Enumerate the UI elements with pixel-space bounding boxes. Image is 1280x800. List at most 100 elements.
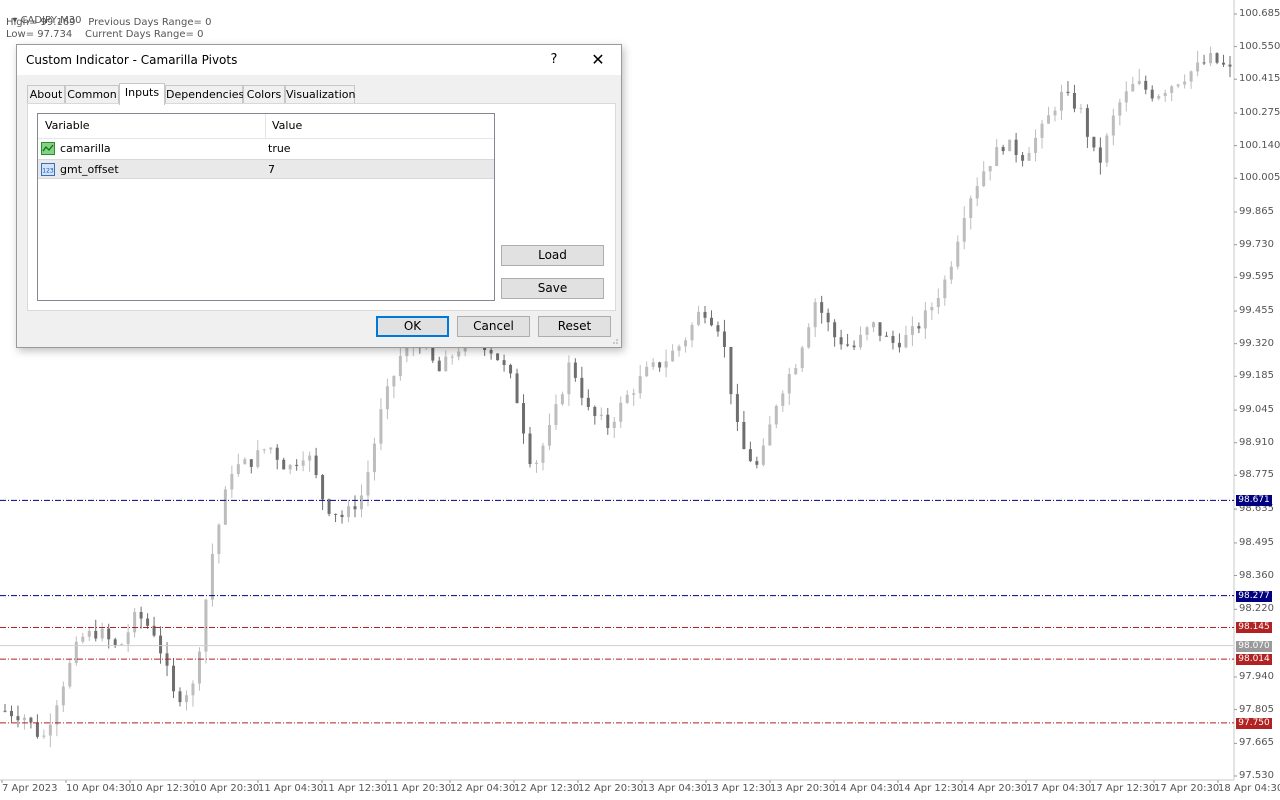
- candle-body: [502, 360, 506, 365]
- candle-body: [586, 397, 590, 407]
- candle-body: [522, 403, 526, 434]
- candle-body: [3, 710, 7, 712]
- variable-name: camarilla: [60, 142, 111, 155]
- time-tick-label: 10 Apr 12:30: [130, 783, 196, 794]
- candle-body: [1079, 108, 1083, 110]
- candle-body: [515, 373, 519, 404]
- candle-body: [748, 449, 752, 462]
- cancel-button[interactable]: Cancel: [457, 316, 530, 337]
- load-button[interactable]: Load: [501, 245, 604, 266]
- save-button[interactable]: Save: [501, 278, 604, 299]
- candle-body: [94, 630, 98, 639]
- grid-header: Variable Value: [38, 114, 494, 139]
- candle-body: [347, 506, 351, 518]
- candle-body: [146, 618, 150, 626]
- candle-body: [68, 662, 72, 687]
- time-tick-label: 10 Apr 04:30: [66, 783, 132, 794]
- dialog-titlebar[interactable]: Custom Indicator - Camarilla Pivots ? ✕: [17, 45, 621, 75]
- candle-body: [321, 475, 325, 500]
- candle-body: [606, 414, 610, 428]
- candle-body: [249, 459, 253, 467]
- candle-body: [1202, 62, 1206, 64]
- pivot-level-tag: 98.277: [1236, 590, 1272, 602]
- candle-body: [787, 374, 791, 394]
- candle-body: [1215, 53, 1219, 63]
- close-button[interactable]: ✕: [585, 49, 611, 71]
- candle-body: [528, 433, 532, 465]
- candle-body: [820, 302, 824, 313]
- candle-body: [9, 710, 13, 717]
- candle-body: [308, 455, 312, 461]
- time-tick-label: 17 Apr 20:30: [1154, 783, 1220, 794]
- tab-dependencies[interactable]: Dependencies: [165, 85, 244, 104]
- candle-body: [807, 327, 811, 348]
- tab-common[interactable]: Common: [65, 85, 119, 104]
- candle-body: [573, 362, 577, 378]
- price-tick-label: 99.865: [1239, 206, 1274, 218]
- time-tick-label: 11 Apr 12:30: [322, 783, 388, 794]
- indicator-icon: [41, 142, 55, 155]
- candle-body: [1085, 108, 1089, 137]
- price-tick-label: 99.455: [1239, 305, 1274, 317]
- candle-body: [800, 347, 804, 369]
- column-value[interactable]: Value: [265, 114, 494, 138]
- tab-visualization[interactable]: Visualization: [285, 85, 355, 104]
- candle-body: [768, 424, 772, 446]
- pivot-level-tag: 98.671: [1236, 495, 1272, 507]
- price-tick-label: 100.550: [1239, 40, 1280, 52]
- candle-body: [982, 171, 986, 187]
- candle-body: [943, 279, 947, 299]
- candle-body: [22, 717, 26, 721]
- candle-body: [509, 364, 513, 374]
- price-tick-label: 99.320: [1239, 337, 1274, 349]
- time-tick-label: 12 Apr 20:30: [578, 783, 644, 794]
- candle-body: [61, 686, 65, 706]
- tab-about[interactable]: About: [27, 85, 65, 104]
- ok-button[interactable]: OK: [376, 316, 449, 337]
- input-row-gmt-offset[interactable]: 123 gmt_offset 7: [38, 159, 494, 179]
- candle-body: [87, 630, 91, 637]
- candle-body: [813, 302, 817, 328]
- candle-body: [1034, 137, 1038, 154]
- candle-body: [126, 632, 130, 645]
- pivot-level-tag: 98.014: [1236, 654, 1272, 666]
- candle-body: [437, 360, 441, 372]
- candle-body: [541, 445, 545, 463]
- variable-value[interactable]: true: [268, 139, 291, 159]
- candle-body: [580, 377, 584, 398]
- tab-inputs[interactable]: Inputs: [119, 83, 165, 105]
- candle-body: [645, 366, 649, 377]
- candle-body: [444, 356, 448, 372]
- resize-grip-icon[interactable]: [611, 337, 619, 345]
- candle-body: [865, 327, 869, 335]
- time-tick-label: 7 Apr 2023: [2, 783, 58, 794]
- candle-body: [1189, 71, 1193, 82]
- candle-body: [269, 447, 273, 450]
- variable-value[interactable]: 7: [268, 160, 275, 180]
- input-row-camarilla[interactable]: camarilla true: [38, 139, 494, 159]
- candle-body: [826, 312, 830, 323]
- candle-body: [288, 464, 292, 470]
- time-tick-label: 11 Apr 20:30: [386, 783, 452, 794]
- time-tick-label: 17 Apr 12:30: [1090, 783, 1156, 794]
- candle-body: [735, 394, 739, 422]
- candle-body: [385, 386, 389, 410]
- dialog-title: Custom Indicator - Camarilla Pivots: [26, 53, 238, 67]
- candle-body: [709, 317, 713, 326]
- candle-body: [1176, 84, 1180, 87]
- candle-body: [975, 186, 979, 199]
- price-tick-label: 98.220: [1239, 603, 1274, 615]
- reset-button[interactable]: Reset: [538, 316, 611, 337]
- candle-body: [897, 342, 901, 348]
- price-tick-label: 97.940: [1239, 670, 1274, 682]
- column-variable[interactable]: Variable: [38, 114, 265, 138]
- help-button[interactable]: ?: [543, 49, 565, 71]
- candle-body: [353, 506, 357, 510]
- chart-info-high: High= 99.169 Previous Days Range= 0: [6, 17, 212, 28]
- candle-body: [658, 362, 662, 368]
- candle-body: [191, 683, 195, 696]
- candle-body: [619, 402, 623, 422]
- candle-body: [1059, 91, 1063, 111]
- tab-colors[interactable]: Colors: [243, 85, 285, 104]
- price-tick-label: 97.665: [1239, 737, 1274, 749]
